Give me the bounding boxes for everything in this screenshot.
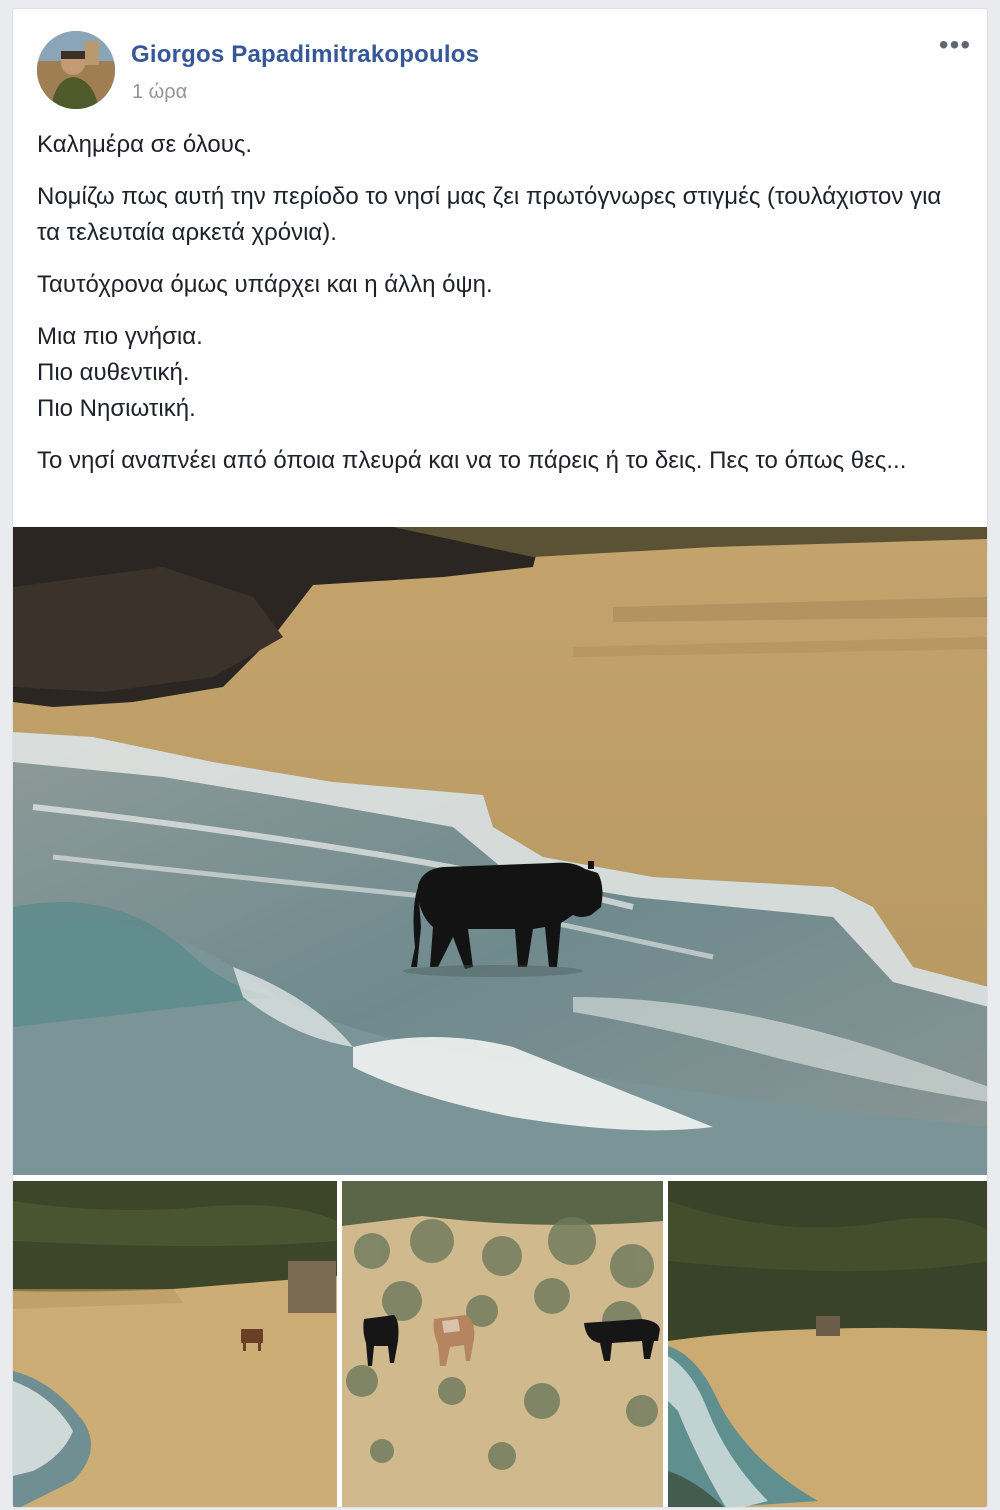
post-paragraph: Καλημέρα σε όλους. (37, 131, 253, 158)
author-name-link[interactable]: Giorgos Papadimitrakopoulos (131, 41, 479, 69)
post-paragraph: Μια πιο γνήσια. Πιο αυθεντική. Πιο Νησιω… (37, 323, 203, 422)
more-options-icon[interactable]: ••• (935, 31, 975, 63)
photo-thumb-cattle-in-dunes[interactable] (342, 1181, 663, 1507)
avatar[interactable] (37, 31, 115, 109)
post-paragraph: Το νησί αναπνέει από όποια πλευρά και να… (37, 447, 907, 474)
post-text: Καλημέρα σε όλους. Νομίζω πως αυτή την π… (37, 127, 965, 495)
photo-main-bull-on-beach[interactable] (13, 527, 987, 1175)
photo-thumb-beach-calf[interactable] (13, 1181, 337, 1507)
photo-thumb-beach-hillside[interactable] (668, 1181, 987, 1507)
photo-grid (13, 527, 987, 1507)
post-paragraph: Νομίζω πως αυτή την περίοδο το νησί μας … (37, 183, 942, 246)
post-timestamp[interactable]: 1 ώρα (132, 81, 187, 104)
post-paragraph: Ταυτόχρονα όμως υπάρχει και η άλλη όψη. (37, 271, 493, 298)
post-card: Giorgos Papadimitrakopoulos 1 ώρα ••• Κα… (12, 8, 988, 1508)
post-header: Giorgos Papadimitrakopoulos 1 ώρα ••• (13, 9, 987, 119)
